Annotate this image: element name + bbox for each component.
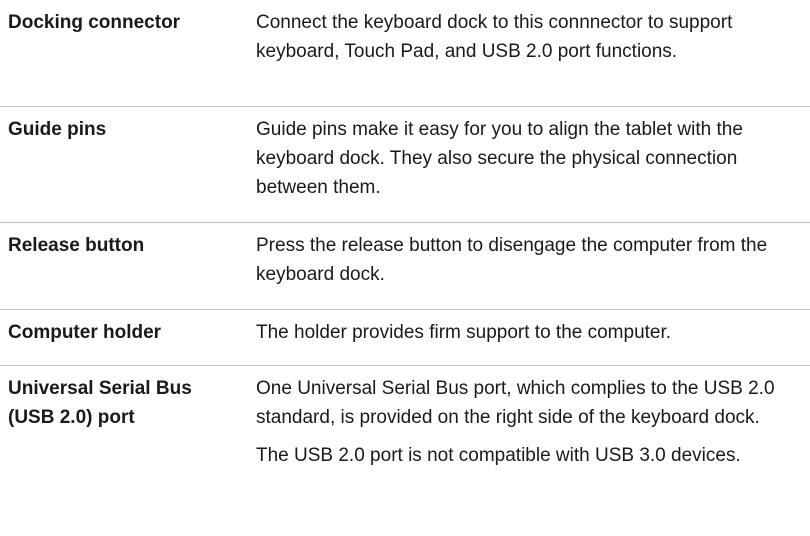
table-row-guide-pins: Guide pins Guide pins make it easy for y… xyxy=(0,107,810,223)
term-guide-pins: Guide pins xyxy=(8,119,107,140)
description-paragraph: Guide pins make it easy for you to align… xyxy=(256,119,743,198)
description-paragraph: One Universal Serial Bus port, which com… xyxy=(256,378,775,428)
table-row-docking-connector: Docking connector Connect the keyboard d… xyxy=(0,0,810,107)
term-usb-port: Universal Serial Bus (USB 2.0) port xyxy=(8,378,192,428)
description-paragraph: The holder provides firm support to the … xyxy=(256,322,672,343)
term-computer-holder: Computer holder xyxy=(8,322,162,343)
description-paragraph: Press the release button to disengage th… xyxy=(256,235,768,285)
description-release-button: Press the release button to disengage th… xyxy=(256,231,808,289)
component-table: Docking connector Connect the keyboard d… xyxy=(0,0,810,536)
table-row-computer-holder: Computer holder The holder provides firm… xyxy=(0,310,810,366)
table-row-usb-port: Universal Serial Bus (USB 2.0) port One … xyxy=(0,366,810,536)
table-row-release-button: Release button Press the release button … xyxy=(0,223,810,310)
description-usb-port: One Universal Serial Bus port, which com… xyxy=(256,374,808,470)
description-computer-holder: The holder provides firm support to the … xyxy=(256,318,808,347)
description-docking-connector: Connect the keyboard dock to this connne… xyxy=(256,8,808,66)
term-docking-connector: Docking connector xyxy=(8,12,181,33)
description-paragraph: Connect the keyboard dock to this connne… xyxy=(256,12,733,62)
description-paragraph: The USB 2.0 port is not compatible with … xyxy=(256,445,741,466)
term-release-button: Release button xyxy=(8,235,145,256)
description-guide-pins: Guide pins make it easy for you to align… xyxy=(256,115,808,202)
